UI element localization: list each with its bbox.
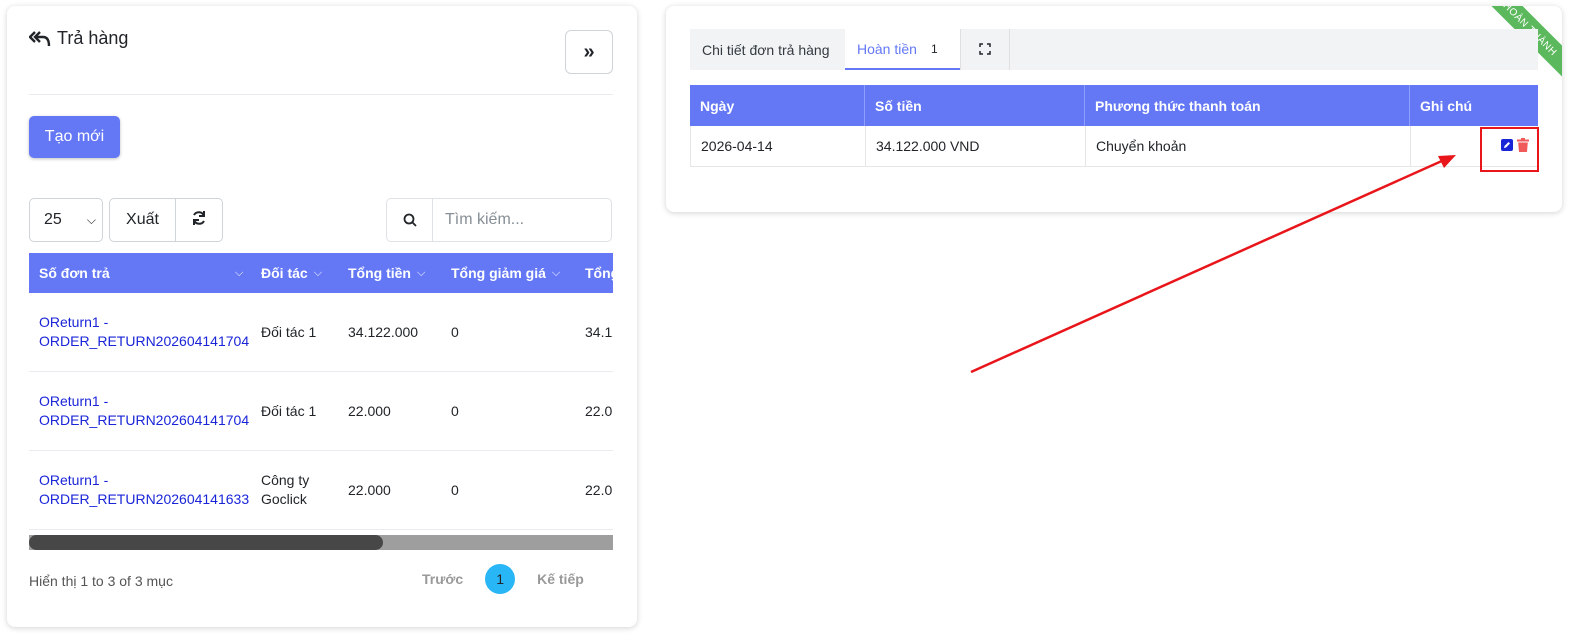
annotation-arrow (970, 155, 1456, 374)
